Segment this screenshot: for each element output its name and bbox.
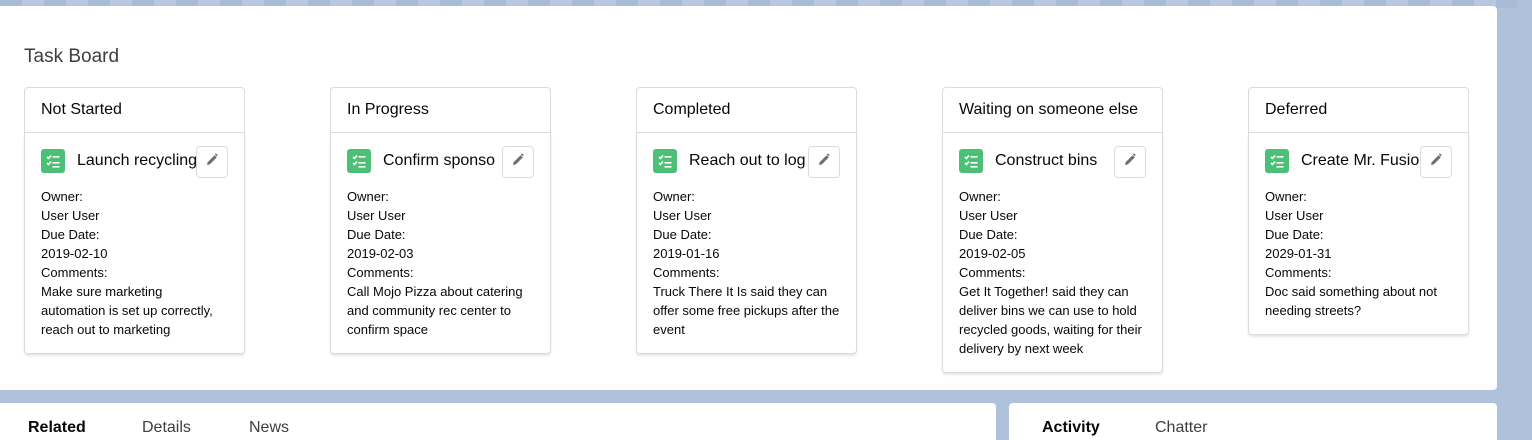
column-header: In Progress — [330, 87, 551, 133]
due-date-label: Due Date: — [41, 227, 100, 242]
due-date-value: 2019-01-16 — [653, 246, 720, 261]
comments-label: Comments: — [653, 265, 720, 280]
due-date-value: 2019-02-05 — [959, 246, 1026, 261]
pencil-icon — [511, 152, 525, 172]
owner-value: User User — [959, 208, 1018, 223]
task-title-link[interactable]: Confirm sponso — [383, 152, 505, 170]
comments-label: Comments: — [959, 265, 1026, 280]
task-card[interactable]: Confirm sponso Owner: User User Due Date… — [330, 133, 551, 354]
edit-button[interactable] — [196, 146, 228, 178]
task-title-link[interactable]: Create Mr. Fusio — [1301, 152, 1423, 170]
owner-label: Owner: — [347, 189, 389, 204]
owner-label: Owner: — [41, 189, 83, 204]
task-card[interactable]: Reach out to log Owner: User User Due Da… — [636, 133, 857, 354]
owner-label: Owner: — [653, 189, 695, 204]
tab-related[interactable]: Related — [28, 419, 86, 437]
task-title-link[interactable]: Construct bins — [995, 152, 1117, 170]
owner-value: User User — [347, 208, 406, 223]
due-date-label: Due Date: — [1265, 227, 1324, 242]
tab-news[interactable]: News — [249, 419, 289, 437]
task-icon — [1265, 149, 1289, 173]
task-title-link[interactable]: Launch recycling — [77, 152, 199, 170]
comments-value: Get It Together! said they can deliver b… — [959, 284, 1142, 356]
board-title: Task Board — [24, 46, 120, 67]
tab-details[interactable]: Details — [142, 419, 191, 437]
due-date-value: 2029-01-31 — [1265, 246, 1332, 261]
owner-label: Owner: — [959, 189, 1001, 204]
tab-activity[interactable]: Activity — [1042, 419, 1100, 437]
column-in-progress: In Progress Confirm sponso Owner: User U… — [330, 87, 551, 354]
comments-label: Comments: — [41, 265, 108, 280]
column-not-started: Not Started Launch recycling Owner: User… — [24, 87, 245, 354]
comments-label: Comments: — [1265, 265, 1332, 280]
owner-value: User User — [653, 208, 712, 223]
pencil-icon — [1123, 152, 1137, 172]
column-header: Not Started — [24, 87, 245, 133]
comments-value: Make sure marketing automation is set up… — [41, 284, 213, 337]
task-icon — [959, 149, 983, 173]
column-header: Completed — [636, 87, 857, 133]
related-panel: Related Details News — [0, 403, 996, 440]
column-completed: Completed Reach out to log Owner: User U… — [636, 87, 857, 354]
comments-value: Doc said something about not needing str… — [1265, 284, 1437, 318]
task-icon — [347, 149, 371, 173]
column-deferred: Deferred Create Mr. Fusio Owner: User Us… — [1248, 87, 1469, 335]
comments-value: Truck There It Is said they can offer so… — [653, 284, 840, 337]
edit-button[interactable] — [1420, 146, 1452, 178]
owner-value: User User — [41, 208, 100, 223]
due-date-label: Due Date: — [653, 227, 712, 242]
task-card[interactable]: Create Mr. Fusio Owner: User User Due Da… — [1248, 133, 1469, 335]
pencil-icon — [1429, 152, 1443, 172]
tab-chatter[interactable]: Chatter — [1155, 419, 1207, 437]
task-card[interactable]: Launch recycling Owner: User User Due Da… — [24, 133, 245, 354]
scrollbar-track[interactable] — [1518, 0, 1532, 440]
due-date-value: 2019-02-03 — [347, 246, 414, 261]
column-header: Waiting on someone else — [942, 87, 1163, 133]
task-card[interactable]: Construct bins Owner: User User Due Date… — [942, 133, 1163, 373]
edit-button[interactable] — [502, 146, 534, 178]
column-waiting: Waiting on someone else Construct bins O… — [942, 87, 1163, 373]
pencil-icon — [205, 152, 219, 172]
due-date-label: Due Date: — [959, 227, 1018, 242]
edit-button[interactable] — [1114, 146, 1146, 178]
edit-button[interactable] — [808, 146, 840, 178]
task-icon — [653, 149, 677, 173]
owner-label: Owner: — [1265, 189, 1307, 204]
pencil-icon — [817, 152, 831, 172]
task-icon — [41, 149, 65, 173]
activity-panel: Activity Chatter — [1009, 403, 1497, 440]
owner-value: User User — [1265, 208, 1324, 223]
comments-value: Call Mojo Pizza about catering and commu… — [347, 284, 523, 337]
column-header: Deferred — [1248, 87, 1469, 133]
due-date-label: Due Date: — [347, 227, 406, 242]
due-date-value: 2019-02-10 — [41, 246, 108, 261]
task-title-link[interactable]: Reach out to log — [689, 152, 811, 170]
comments-label: Comments: — [347, 265, 414, 280]
